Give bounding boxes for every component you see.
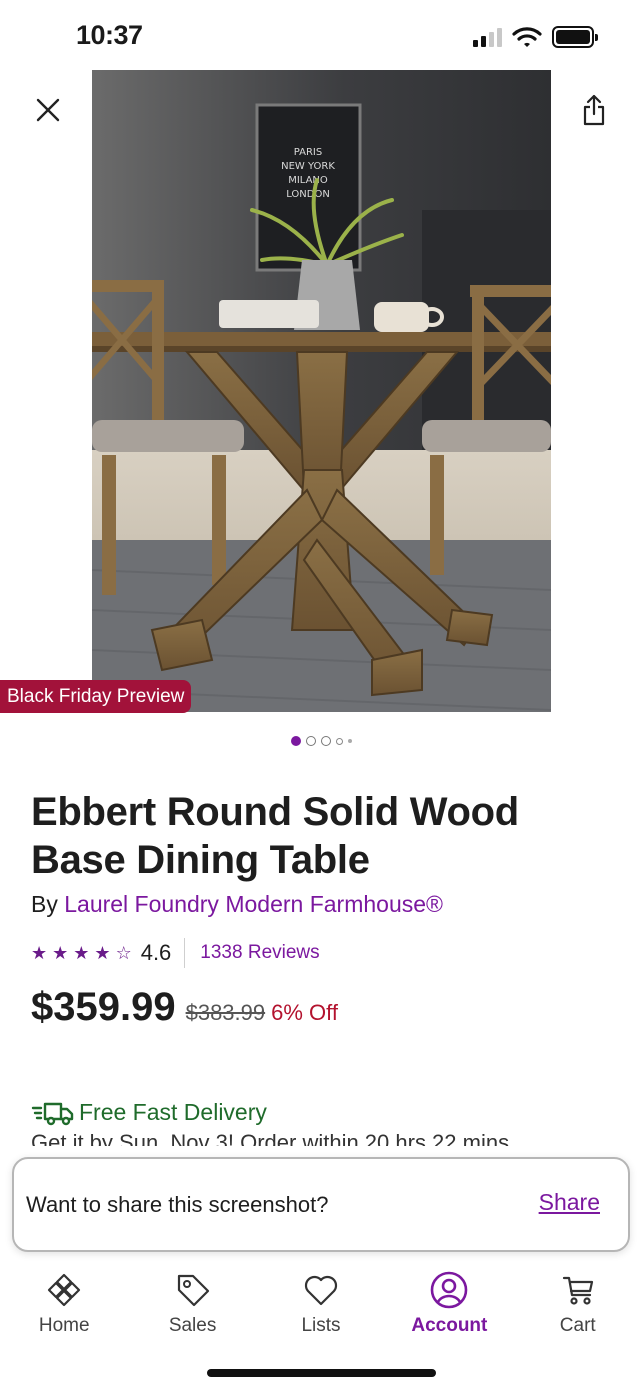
tab-account[interactable]: Account (385, 1268, 513, 1348)
tab-label: Lists (301, 1315, 341, 1336)
home-indicator[interactable] (207, 1369, 436, 1377)
carousel-dot[interactable] (305, 736, 316, 746)
tab-home[interactable]: Home (0, 1268, 128, 1348)
reviews-link[interactable]: 1338 Reviews (200, 942, 319, 964)
tab-label: Home (38, 1315, 90, 1336)
delivery-row: Free Fast Delivery (31, 1099, 267, 1126)
star-icon: ★ (52, 942, 69, 963)
rating-value: 4.6 (140, 940, 172, 965)
delivery-label: Free Fast Delivery (79, 1099, 267, 1125)
star-rating: ★ ★ ★ ★ ☆ (31, 943, 132, 964)
delivery-truck-icon (31, 1102, 74, 1125)
tab-cart[interactable]: Cart (514, 1268, 642, 1348)
byline-prefix: By (31, 891, 58, 917)
tab-label: Sales (168, 1315, 217, 1336)
status-icons (473, 26, 598, 48)
status-time: 10:37 (76, 20, 143, 50)
share-button[interactable] (576, 90, 612, 130)
price-row: $359.99 $383.99 6% Off (31, 985, 338, 1030)
home-icon (42, 1268, 86, 1312)
account-icon (427, 1268, 471, 1312)
star-icon: ★ (31, 942, 48, 963)
cart-icon (556, 1268, 600, 1312)
original-price: $383.99 (185, 1000, 266, 1025)
brand-link[interactable]: Laurel Foundry Modern Farmhouse® (64, 891, 443, 917)
poster-line: NEW YORK (281, 161, 335, 172)
carousel-dots[interactable] (0, 736, 642, 746)
tab-sales[interactable]: Sales (128, 1268, 256, 1348)
share-icon (583, 94, 605, 126)
tab-label: Account (411, 1315, 488, 1336)
close-button[interactable] (30, 92, 66, 128)
share-screenshot-popup: Want to share this screenshot? Share (12, 1157, 630, 1252)
star-icon: ★ (94, 942, 111, 963)
carousel-dot[interactable] (347, 739, 352, 743)
carousel-dot[interactable] (335, 737, 343, 745)
close-icon (36, 98, 60, 122)
tag-icon (171, 1268, 215, 1312)
tab-label: Cart (559, 1315, 596, 1336)
product-title: Ebbert Round Solid Wood Base Dining Tabl… (31, 790, 519, 882)
sale-price: $359.99 (31, 985, 176, 1029)
poster-line: LONDON (286, 189, 330, 200)
carousel-dot-active[interactable] (290, 736, 301, 746)
dining-table-photo: PARIS NEW YORK MILANO LONDON (92, 70, 551, 712)
star-icon: ★ (73, 942, 90, 963)
black-friday-badge: Black Friday Preview (0, 680, 192, 713)
tab-lists[interactable]: Lists (257, 1268, 385, 1348)
half-star-icon: ☆ (115, 942, 132, 963)
rating-row[interactable]: ★ ★ ★ ★ ☆ 4.6 1338 Reviews (31, 938, 320, 968)
share-screenshot-button[interactable]: Share (539, 1189, 600, 1216)
product-image[interactable]: PARIS NEW YORK MILANO LONDON (92, 70, 551, 712)
cellular-signal-icon (473, 27, 502, 47)
carousel-dot[interactable] (320, 736, 331, 746)
battery-icon (552, 26, 598, 48)
heart-icon (299, 1268, 343, 1312)
share-prompt: Want to share this screenshot? (26, 1192, 329, 1217)
divider (184, 938, 186, 968)
poster-line: PARIS (294, 147, 322, 158)
discount-label: 6% Off (271, 1000, 338, 1025)
wifi-icon (512, 27, 542, 47)
byline: By Laurel Foundry Modern Farmhouse® (31, 891, 443, 918)
delivery-detail: Get it by Sun, Nov 3! Order within 20 hr… (31, 1130, 510, 1146)
tab-bar: Home Sales Lists Account Cart (0, 1268, 642, 1348)
poster-line: MILANO (288, 175, 328, 186)
status-bar: 10:37 (0, 0, 642, 72)
